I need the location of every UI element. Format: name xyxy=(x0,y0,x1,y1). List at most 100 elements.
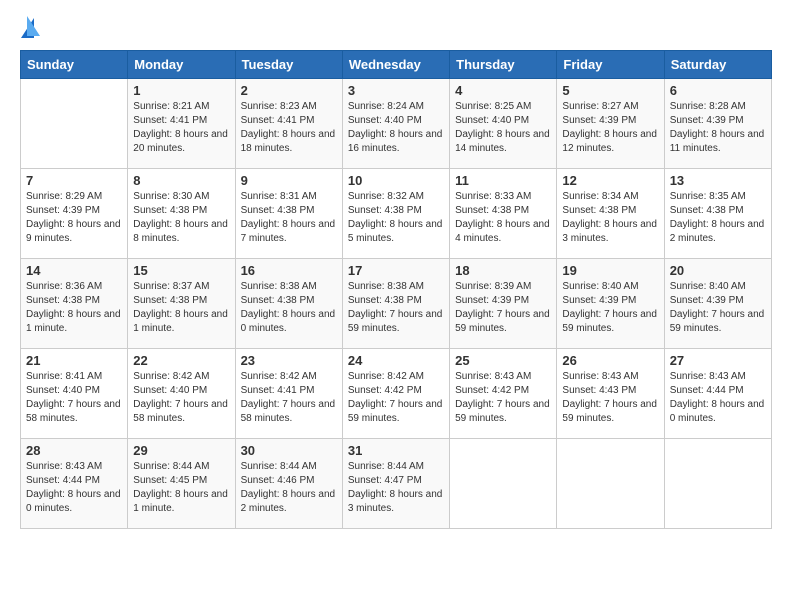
day-cell: 28 Sunrise: 8:43 AMSunset: 4:44 PMDayligh… xyxy=(21,439,128,529)
day-number: 29 xyxy=(133,443,229,458)
day-cell: 27Sunrise: 8:43 AMSunset: 4:44 PMDayligh… xyxy=(664,349,771,439)
day-info: Sunrise: 8:35 AMSunset: 4:38 PMDaylight:… xyxy=(670,190,766,246)
day-number: 7 xyxy=(26,173,122,188)
day-info: Sunrise: 8:43 AMSunset: 4:44 PMDaylight:… xyxy=(26,460,122,516)
day-number: 1 xyxy=(133,83,229,98)
page-header xyxy=(20,16,772,38)
column-header-monday: Monday xyxy=(128,51,235,79)
column-header-friday: Friday xyxy=(557,51,664,79)
day-number: 21 xyxy=(26,353,122,368)
day-cell: 16 Sunrise: 8:38 AMSunset: 4:38 PMDayligh… xyxy=(235,259,342,349)
day-info: Sunrise: 8:27 AMSunset: 4:39 PMDaylight:… xyxy=(562,100,658,156)
day-info: Sunrise: 8:33 AMSunset: 4:38 PMDaylight:… xyxy=(455,190,551,246)
day-number: 31 xyxy=(348,443,444,458)
day-number: 18 xyxy=(455,263,551,278)
day-info: Sunrise: 8:25 AMSunset: 4:40 PMDaylight:… xyxy=(455,100,551,156)
day-number: 4 xyxy=(455,83,551,98)
week-row-1: 1 Sunrise: 8:21 AMSunset: 4:41 PMDaylight… xyxy=(21,79,772,169)
day-number: 28 xyxy=(26,443,122,458)
column-header-thursday: Thursday xyxy=(450,51,557,79)
day-cell: 21 Sunrise: 8:41 AMSunset: 4:40 PMDayligh… xyxy=(21,349,128,439)
day-cell: 6Sunrise: 8:28 AMSunset: 4:39 PMDaylight… xyxy=(664,79,771,169)
day-info: Sunrise: 8:43 AMSunset: 4:43 PMDaylight:… xyxy=(562,370,658,426)
day-cell: 14 Sunrise: 8:36 AMSunset: 4:38 PMDayligh… xyxy=(21,259,128,349)
day-cell: 9 Sunrise: 8:31 AMSunset: 4:38 PMDaylight… xyxy=(235,169,342,259)
day-cell: 5 Sunrise: 8:27 AMSunset: 4:39 PMDaylight… xyxy=(557,79,664,169)
day-info: Sunrise: 8:42 AMSunset: 4:40 PMDaylight:… xyxy=(133,370,229,426)
day-info: Sunrise: 8:37 AMSunset: 4:38 PMDaylight:… xyxy=(133,280,229,336)
day-info: Sunrise: 8:44 AMSunset: 4:47 PMDaylight:… xyxy=(348,460,444,516)
day-cell: 7 Sunrise: 8:29 AMSunset: 4:39 PMDaylight… xyxy=(21,169,128,259)
day-cell: 29 Sunrise: 8:44 AMSunset: 4:45 PMDayligh… xyxy=(128,439,235,529)
day-info: Sunrise: 8:42 AMSunset: 4:41 PMDaylight:… xyxy=(241,370,337,426)
day-info: Sunrise: 8:21 AMSunset: 4:41 PMDaylight:… xyxy=(133,100,229,156)
week-row-3: 14 Sunrise: 8:36 AMSunset: 4:38 PMDayligh… xyxy=(21,259,772,349)
day-cell: 2 Sunrise: 8:23 AMSunset: 4:41 PMDaylight… xyxy=(235,79,342,169)
day-info: Sunrise: 8:38 AMSunset: 4:38 PMDaylight:… xyxy=(241,280,337,336)
day-number: 11 xyxy=(455,173,551,188)
day-number: 13 xyxy=(670,173,766,188)
day-cell: 26Sunrise: 8:43 AMSunset: 4:43 PMDayligh… xyxy=(557,349,664,439)
day-cell: 15Sunrise: 8:37 AMSunset: 4:38 PMDayligh… xyxy=(128,259,235,349)
day-number: 20 xyxy=(670,263,766,278)
calendar-table: SundayMondayTuesdayWednesdayThursdayFrid… xyxy=(20,50,772,529)
day-number: 25 xyxy=(455,353,551,368)
day-cell: 18 Sunrise: 8:39 AMSunset: 4:39 PMDayligh… xyxy=(450,259,557,349)
day-cell xyxy=(450,439,557,529)
column-header-tuesday: Tuesday xyxy=(235,51,342,79)
day-info: Sunrise: 8:41 AMSunset: 4:40 PMDaylight:… xyxy=(26,370,122,426)
day-cell: 25 Sunrise: 8:43 AMSunset: 4:42 PMDayligh… xyxy=(450,349,557,439)
day-cell: 10 Sunrise: 8:32 AMSunset: 4:38 PMDayligh… xyxy=(342,169,449,259)
day-info: Sunrise: 8:38 AMSunset: 4:38 PMDaylight:… xyxy=(348,280,444,336)
day-info: Sunrise: 8:28 AMSunset: 4:39 PMDaylight:… xyxy=(670,100,766,156)
day-number: 9 xyxy=(241,173,337,188)
day-cell: 30Sunrise: 8:44 AMSunset: 4:46 PMDayligh… xyxy=(235,439,342,529)
day-cell: 3Sunrise: 8:24 AMSunset: 4:40 PMDaylight… xyxy=(342,79,449,169)
day-number: 24 xyxy=(348,353,444,368)
day-number: 2 xyxy=(241,83,337,98)
day-cell: 4 Sunrise: 8:25 AMSunset: 4:40 PMDaylight… xyxy=(450,79,557,169)
day-cell: 8Sunrise: 8:30 AMSunset: 4:38 PMDaylight… xyxy=(128,169,235,259)
day-info: Sunrise: 8:43 AMSunset: 4:42 PMDaylight:… xyxy=(455,370,551,426)
day-cell: 24 Sunrise: 8:42 AMSunset: 4:42 PMDayligh… xyxy=(342,349,449,439)
day-info: Sunrise: 8:40 AMSunset: 4:39 PMDaylight:… xyxy=(670,280,766,336)
column-header-saturday: Saturday xyxy=(664,51,771,79)
day-info: Sunrise: 8:43 AMSunset: 4:44 PMDaylight:… xyxy=(670,370,766,426)
day-number: 3 xyxy=(348,83,444,98)
day-number: 19 xyxy=(562,263,658,278)
day-info: Sunrise: 8:40 AMSunset: 4:39 PMDaylight:… xyxy=(562,280,658,336)
day-number: 8 xyxy=(133,173,229,188)
day-cell xyxy=(21,79,128,169)
day-info: Sunrise: 8:32 AMSunset: 4:38 PMDaylight:… xyxy=(348,190,444,246)
day-cell: 20 Sunrise: 8:40 AMSunset: 4:39 PMDayligh… xyxy=(664,259,771,349)
day-number: 14 xyxy=(26,263,122,278)
column-header-wednesday: Wednesday xyxy=(342,51,449,79)
column-header-sunday: Sunday xyxy=(21,51,128,79)
day-cell xyxy=(557,439,664,529)
day-cell: 11 Sunrise: 8:33 AMSunset: 4:38 PMDayligh… xyxy=(450,169,557,259)
day-number: 5 xyxy=(562,83,658,98)
day-number: 16 xyxy=(241,263,337,278)
day-cell: 1 Sunrise: 8:21 AMSunset: 4:41 PMDaylight… xyxy=(128,79,235,169)
day-cell: 19 Sunrise: 8:40 AMSunset: 4:39 PMDayligh… xyxy=(557,259,664,349)
day-number: 10 xyxy=(348,173,444,188)
day-cell: 12Sunrise: 8:34 AMSunset: 4:38 PMDayligh… xyxy=(557,169,664,259)
day-cell: 13 Sunrise: 8:35 AMSunset: 4:38 PMDayligh… xyxy=(664,169,771,259)
day-info: Sunrise: 8:44 AMSunset: 4:46 PMDaylight:… xyxy=(241,460,337,516)
day-info: Sunrise: 8:23 AMSunset: 4:41 PMDaylight:… xyxy=(241,100,337,156)
day-info: Sunrise: 8:31 AMSunset: 4:38 PMDaylight:… xyxy=(241,190,337,246)
day-number: 17 xyxy=(348,263,444,278)
day-cell xyxy=(664,439,771,529)
day-cell: 31 Sunrise: 8:44 AMSunset: 4:47 PMDayligh… xyxy=(342,439,449,529)
day-number: 22 xyxy=(133,353,229,368)
day-cell: 17 Sunrise: 8:38 AMSunset: 4:38 PMDayligh… xyxy=(342,259,449,349)
week-row-2: 7 Sunrise: 8:29 AMSunset: 4:39 PMDaylight… xyxy=(21,169,772,259)
week-row-5: 28 Sunrise: 8:43 AMSunset: 4:44 PMDayligh… xyxy=(21,439,772,529)
day-number: 12 xyxy=(562,173,658,188)
day-info: Sunrise: 8:42 AMSunset: 4:42 PMDaylight:… xyxy=(348,370,444,426)
day-info: Sunrise: 8:39 AMSunset: 4:39 PMDaylight:… xyxy=(455,280,551,336)
day-cell: 23Sunrise: 8:42 AMSunset: 4:41 PMDayligh… xyxy=(235,349,342,439)
day-info: Sunrise: 8:44 AMSunset: 4:45 PMDaylight:… xyxy=(133,460,229,516)
day-info: Sunrise: 8:36 AMSunset: 4:38 PMDaylight:… xyxy=(26,280,122,336)
day-info: Sunrise: 8:29 AMSunset: 4:39 PMDaylight:… xyxy=(26,190,122,246)
